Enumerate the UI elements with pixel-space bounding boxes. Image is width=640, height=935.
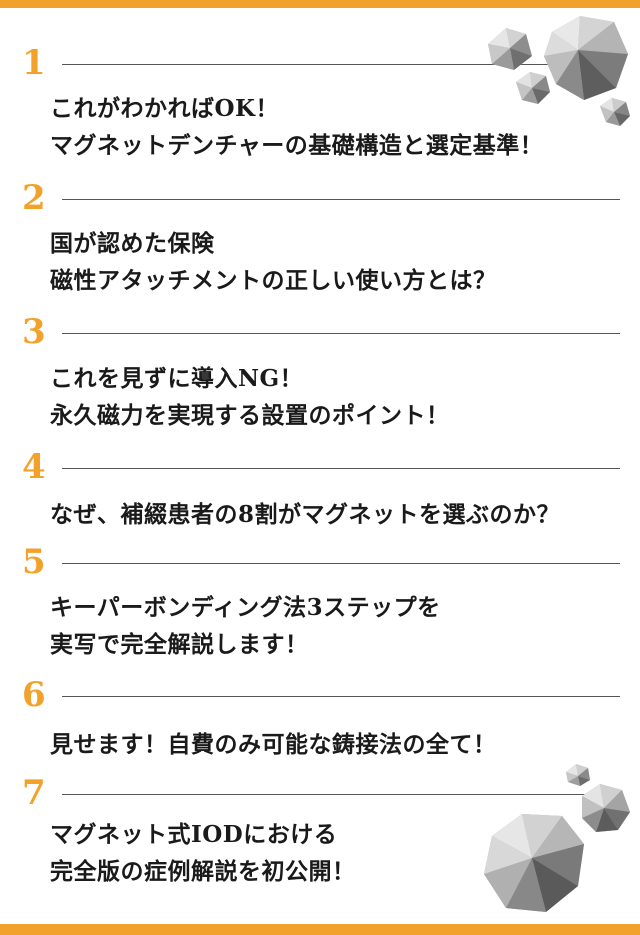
section-heading: これを見ずに導入NG！ 永久磁力を実現する設置のポイント！ (50, 360, 450, 434)
section-heading: 見せます！自費のみ可能な鋳接法の全て！ (50, 726, 497, 763)
divider-line (62, 563, 620, 564)
bottom-accent-band (0, 924, 640, 935)
section-heading: なぜ、補綴患者の8割がマグネットを選ぶのか？ (50, 496, 560, 533)
large-gem-icon (544, 16, 628, 100)
heading-line: なぜ、補綴患者の8割がマグネットを選ぶのか？ (50, 501, 561, 528)
tiny-gem-icon (566, 764, 590, 786)
section-heading: 国が認めた保険 磁性アタッチメントの正しい使い方とは？ (50, 225, 497, 299)
section-number: 2 (22, 178, 46, 218)
heading-line: これを見ずに導入NG！ (50, 365, 304, 392)
heading-line: マグネット式IODにおける (50, 821, 338, 848)
section-number: 5 (22, 542, 46, 582)
heading-line: マグネットデンチャーの基礎構造と選定基準！ (50, 132, 544, 159)
divider-line (62, 199, 620, 200)
small-gem-icon (516, 72, 550, 104)
heading-line: 見せます！自費のみ可能な鋳接法の全て！ (50, 731, 497, 758)
section-number: 4 (22, 447, 46, 487)
heading-line: キーパーボンディング法3ステップを (50, 594, 441, 621)
top-accent-band (0, 0, 640, 8)
section-heading: これがわかればOK！ マグネットデンチャーの基礎構造と選定基準！ (50, 90, 543, 164)
heading-line: 磁性アタッチメントの正しい使い方とは？ (50, 267, 497, 294)
section-number: 7 (22, 773, 46, 813)
divider-line (62, 333, 620, 334)
divider-line (62, 468, 620, 469)
tiny-gem-icon (600, 98, 630, 126)
polyhedron-cluster-bottom-icon (484, 764, 630, 912)
section-number: 1 (22, 43, 46, 83)
section-heading: キーパーボンディング法3ステップを 実写で完全解説します！ (50, 589, 441, 663)
heading-line: 国が認めた保険 (50, 230, 215, 257)
section-number: 3 (22, 312, 46, 352)
heading-line: 完全版の症例解説を初公開！ (50, 858, 356, 885)
heading-line: 永久磁力を実現する設置のポイント！ (50, 402, 450, 429)
small-gem-icon (488, 28, 532, 70)
medium-gem-icon (582, 784, 630, 832)
section-heading: マグネット式IODにおける 完全版の症例解説を初公開！ (50, 816, 356, 890)
section-number: 6 (22, 675, 46, 715)
divider-line (62, 696, 620, 697)
polyhedron-cluster-top-icon (488, 16, 630, 126)
heading-line: 実写で完全解説します！ (50, 631, 309, 658)
heading-line: これがわかればOK！ (50, 95, 280, 122)
large-gem-icon (484, 814, 584, 912)
